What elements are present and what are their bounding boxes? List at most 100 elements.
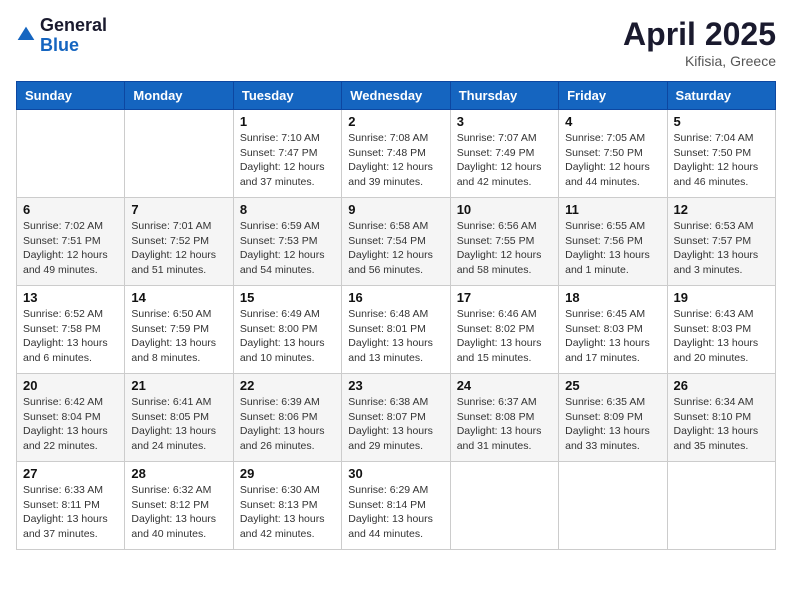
title-block: April 2025 Kifisia, Greece (623, 16, 776, 69)
cell-w1-d2 (125, 110, 233, 198)
cell-w1-d5: 3 Sunrise: 7:07 AMSunset: 7:49 PMDaylight… (450, 110, 558, 198)
day-number: 8 (240, 202, 335, 217)
day-number: 20 (23, 378, 118, 393)
month-title: April 2025 (623, 16, 776, 53)
day-detail: Sunrise: 6:59 AMSunset: 7:53 PMDaylight:… (240, 219, 335, 278)
day-detail: Sunrise: 6:30 AMSunset: 8:13 PMDaylight:… (240, 483, 335, 542)
col-wednesday: Wednesday (342, 82, 450, 110)
day-number: 18 (565, 290, 660, 305)
logo-icon (16, 25, 36, 45)
day-number: 21 (131, 378, 226, 393)
day-detail: Sunrise: 6:53 AMSunset: 7:57 PMDaylight:… (674, 219, 769, 278)
cell-w2-d1: 6 Sunrise: 7:02 AMSunset: 7:51 PMDaylight… (17, 198, 125, 286)
day-number: 1 (240, 114, 335, 129)
week-row-5: 27 Sunrise: 6:33 AMSunset: 8:11 PMDayligh… (17, 462, 776, 550)
day-detail: Sunrise: 7:02 AMSunset: 7:51 PMDaylight:… (23, 219, 118, 278)
col-sunday: Sunday (17, 82, 125, 110)
logo-general: General (40, 16, 107, 36)
cell-w5-d5 (450, 462, 558, 550)
cell-w5-d6 (559, 462, 667, 550)
cell-w5-d3: 29 Sunrise: 6:30 AMSunset: 8:13 PMDayligh… (233, 462, 341, 550)
cell-w2-d3: 8 Sunrise: 6:59 AMSunset: 7:53 PMDaylight… (233, 198, 341, 286)
day-detail: Sunrise: 6:35 AMSunset: 8:09 PMDaylight:… (565, 395, 660, 454)
col-tuesday: Tuesday (233, 82, 341, 110)
week-row-1: 1Sunrise: 7:10 AMSunset: 7:47 PMDaylight… (17, 110, 776, 198)
day-detail: Sunrise: 7:08 AMSunset: 7:48 PMDaylight:… (348, 131, 443, 190)
cell-w4-d2: 21 Sunrise: 6:41 AMSunset: 8:05 PMDayligh… (125, 374, 233, 462)
cell-w4-d1: 20 Sunrise: 6:42 AMSunset: 8:04 PMDayligh… (17, 374, 125, 462)
cell-w4-d6: 25 Sunrise: 6:35 AMSunset: 8:09 PMDayligh… (559, 374, 667, 462)
day-number: 29 (240, 466, 335, 481)
day-number: 9 (348, 202, 443, 217)
day-detail: Sunrise: 6:48 AMSunset: 8:01 PMDaylight:… (348, 307, 443, 366)
day-detail: Sunrise: 7:05 AMSunset: 7:50 PMDaylight:… (565, 131, 660, 190)
day-number: 23 (348, 378, 443, 393)
day-detail: Sunrise: 6:43 AMSunset: 8:03 PMDaylight:… (674, 307, 769, 366)
col-saturday: Saturday (667, 82, 775, 110)
cell-w3-d3: 15Sunrise: 6:49 AMSunset: 8:00 PMDayligh… (233, 286, 341, 374)
logo: General Blue (16, 16, 107, 56)
cell-w3-d2: 14 Sunrise: 6:50 AMSunset: 7:59 PMDayligh… (125, 286, 233, 374)
day-number: 16 (348, 290, 443, 305)
day-detail: Sunrise: 7:01 AMSunset: 7:52 PMDaylight:… (131, 219, 226, 278)
cell-w1-d3: 1Sunrise: 7:10 AMSunset: 7:47 PMDaylight… (233, 110, 341, 198)
col-thursday: Thursday (450, 82, 558, 110)
day-detail: Sunrise: 6:37 AMSunset: 8:08 PMDaylight:… (457, 395, 552, 454)
logo-text: General Blue (40, 16, 107, 56)
day-number: 15 (240, 290, 335, 305)
day-detail: Sunrise: 6:56 AMSunset: 7:55 PMDaylight:… (457, 219, 552, 278)
day-number: 25 (565, 378, 660, 393)
day-number: 27 (23, 466, 118, 481)
day-number: 7 (131, 202, 226, 217)
day-number: 4 (565, 114, 660, 129)
day-number: 6 (23, 202, 118, 217)
day-detail: Sunrise: 6:50 AMSunset: 7:59 PMDaylight:… (131, 307, 226, 366)
cell-w2-d5: 10 Sunrise: 6:56 AMSunset: 7:55 PMDayligh… (450, 198, 558, 286)
week-row-4: 20 Sunrise: 6:42 AMSunset: 8:04 PMDayligh… (17, 374, 776, 462)
calendar-header-row: Sunday Monday Tuesday Wednesday Thursday… (17, 82, 776, 110)
cell-w4-d5: 24 Sunrise: 6:37 AMSunset: 8:08 PMDayligh… (450, 374, 558, 462)
day-detail: Sunrise: 6:42 AMSunset: 8:04 PMDaylight:… (23, 395, 118, 454)
calendar-table: Sunday Monday Tuesday Wednesday Thursday… (16, 81, 776, 550)
day-number: 2 (348, 114, 443, 129)
cell-w1-d6: 4 Sunrise: 7:05 AMSunset: 7:50 PMDaylight… (559, 110, 667, 198)
day-number: 17 (457, 290, 552, 305)
day-number: 26 (674, 378, 769, 393)
cell-w5-d4: 30Sunrise: 6:29 AMSunset: 8:14 PMDayligh… (342, 462, 450, 550)
day-detail: Sunrise: 7:07 AMSunset: 7:49 PMDaylight:… (457, 131, 552, 190)
cell-w2-d4: 9 Sunrise: 6:58 AMSunset: 7:54 PMDaylight… (342, 198, 450, 286)
day-number: 5 (674, 114, 769, 129)
logo-blue: Blue (40, 36, 107, 56)
cell-w5-d1: 27 Sunrise: 6:33 AMSunset: 8:11 PMDayligh… (17, 462, 125, 550)
day-number: 10 (457, 202, 552, 217)
day-detail: Sunrise: 6:58 AMSunset: 7:54 PMDaylight:… (348, 219, 443, 278)
cell-w5-d7 (667, 462, 775, 550)
day-number: 24 (457, 378, 552, 393)
location: Kifisia, Greece (623, 53, 776, 69)
cell-w1-d7: 5Sunrise: 7:04 AMSunset: 7:50 PMDaylight… (667, 110, 775, 198)
day-detail: Sunrise: 6:55 AMSunset: 7:56 PMDaylight:… (565, 219, 660, 278)
day-number: 12 (674, 202, 769, 217)
week-row-2: 6 Sunrise: 7:02 AMSunset: 7:51 PMDaylight… (17, 198, 776, 286)
day-number: 11 (565, 202, 660, 217)
day-number: 13 (23, 290, 118, 305)
day-number: 30 (348, 466, 443, 481)
cell-w3-d1: 13Sunrise: 6:52 AMSunset: 7:58 PMDayligh… (17, 286, 125, 374)
day-detail: Sunrise: 6:41 AMSunset: 8:05 PMDaylight:… (131, 395, 226, 454)
day-number: 19 (674, 290, 769, 305)
day-number: 14 (131, 290, 226, 305)
day-detail: Sunrise: 6:39 AMSunset: 8:06 PMDaylight:… (240, 395, 335, 454)
day-number: 22 (240, 378, 335, 393)
cell-w3-d4: 16 Sunrise: 6:48 AMSunset: 8:01 PMDayligh… (342, 286, 450, 374)
day-detail: Sunrise: 6:34 AMSunset: 8:10 PMDaylight:… (674, 395, 769, 454)
cell-w1-d4: 2 Sunrise: 7:08 AMSunset: 7:48 PMDaylight… (342, 110, 450, 198)
day-detail: Sunrise: 6:32 AMSunset: 8:12 PMDaylight:… (131, 483, 226, 542)
week-row-3: 13Sunrise: 6:52 AMSunset: 7:58 PMDayligh… (17, 286, 776, 374)
day-number: 3 (457, 114, 552, 129)
cell-w4-d3: 22 Sunrise: 6:39 AMSunset: 8:06 PMDayligh… (233, 374, 341, 462)
cell-w5-d2: 28Sunrise: 6:32 AMSunset: 8:12 PMDayligh… (125, 462, 233, 550)
day-detail: Sunrise: 6:33 AMSunset: 8:11 PMDaylight:… (23, 483, 118, 542)
col-friday: Friday (559, 82, 667, 110)
col-monday: Monday (125, 82, 233, 110)
cell-w3-d7: 19 Sunrise: 6:43 AMSunset: 8:03 PMDayligh… (667, 286, 775, 374)
